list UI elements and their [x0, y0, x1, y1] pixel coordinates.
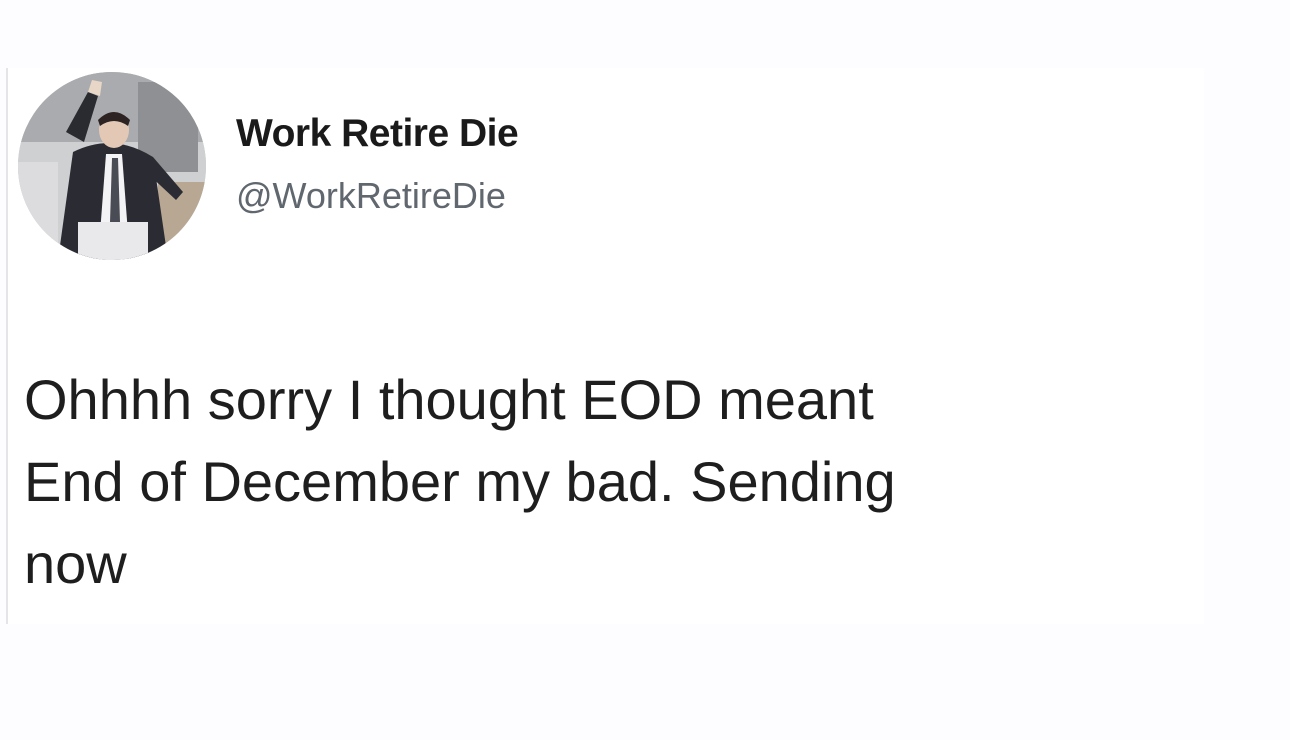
tweet-text: Ohhhh sorry I thought EOD meant End of D… [24, 346, 1204, 617]
user-handle[interactable]: @WorkRetireDie [236, 175, 506, 217]
avatar-photo-icon [18, 72, 206, 260]
profile-avatar[interactable] [18, 72, 206, 260]
display-name[interactable]: Work Retire Die [236, 112, 519, 156]
